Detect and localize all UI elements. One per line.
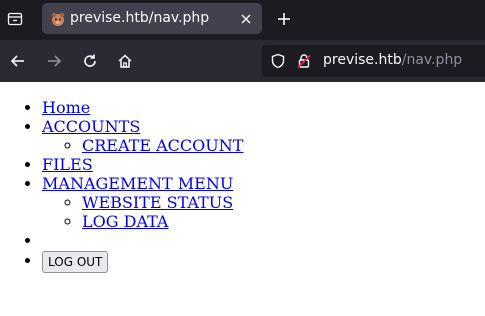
- arrow-right-icon: [48, 55, 62, 67]
- nav-item-empty: [42, 231, 243, 250]
- tab-list-button[interactable]: [0, 6, 30, 32]
- reload-button[interactable]: [80, 51, 100, 71]
- plus-icon: [278, 13, 290, 25]
- home-icon: [118, 54, 132, 68]
- page-content: Home ACCOUNTS CREATE ACCOUNT FILES MANAG…: [0, 82, 485, 316]
- tab-bar: previse.htb/nav.php: [0, 0, 485, 38]
- log-data-link[interactable]: LOG DATA: [82, 212, 168, 231]
- accounts-link[interactable]: ACCOUNTS: [42, 117, 140, 136]
- management-submenu: WEBSITE STATUS LOG DATA: [42, 193, 243, 231]
- tab-list-icon: [7, 12, 23, 26]
- reload-icon: [84, 54, 96, 67]
- nav-item-accounts: ACCOUNTS CREATE ACCOUNT: [42, 117, 243, 155]
- nav-item-website-status: WEBSITE STATUS: [82, 193, 243, 212]
- shield-icon[interactable]: [270, 53, 286, 69]
- nav-item-log-data: LOG DATA: [82, 212, 243, 231]
- back-button[interactable]: [8, 51, 28, 71]
- new-tab-button[interactable]: [274, 9, 294, 29]
- main-nav-list: Home ACCOUNTS CREATE ACCOUNT FILES MANAG…: [0, 98, 243, 273]
- website-status-link[interactable]: WEBSITE STATUS: [82, 193, 233, 212]
- nav-item-files: FILES: [42, 155, 243, 174]
- management-menu-link[interactable]: MANAGEMENT MENU: [42, 174, 233, 193]
- browser-chrome: previse.htb/nav.php previse.htb/nav.php: [0, 0, 485, 82]
- tab-active[interactable]: previse.htb/nav.php: [42, 3, 262, 34]
- create-account-link[interactable]: CREATE ACCOUNT: [82, 136, 243, 155]
- nav-item-logout: LOG OUT: [42, 250, 243, 273]
- url-text[interactable]: previse.htb/nav.php: [323, 52, 462, 68]
- nav-item-create-account: CREATE ACCOUNT: [82, 136, 243, 155]
- close-icon: [241, 14, 251, 24]
- insecure-lock-icon[interactable]: [296, 53, 312, 69]
- accounts-submenu: CREATE ACCOUNT: [42, 136, 243, 155]
- forward-button[interactable]: [44, 51, 64, 71]
- site-favicon-icon: [51, 12, 65, 26]
- nav-item-home: Home: [42, 98, 243, 117]
- tab-close-button[interactable]: [238, 11, 254, 27]
- navigation-toolbar: previse.htb/nav.php: [0, 40, 485, 82]
- tab-title: previse.htb/nav.php: [70, 10, 210, 26]
- url-host: previse.htb: [323, 52, 402, 68]
- url-path: /nav.php: [401, 52, 463, 68]
- home-link[interactable]: Home: [42, 98, 90, 117]
- files-link[interactable]: FILES: [42, 155, 93, 174]
- url-bar[interactable]: previse.htb/nav.php: [262, 45, 485, 77]
- arrow-left-icon: [10, 55, 24, 67]
- logout-button[interactable]: LOG OUT: [42, 251, 109, 273]
- home-button[interactable]: [115, 51, 135, 71]
- nav-item-management-menu: MANAGEMENT MENU WEBSITE STATUS LOG DATA: [42, 174, 243, 231]
